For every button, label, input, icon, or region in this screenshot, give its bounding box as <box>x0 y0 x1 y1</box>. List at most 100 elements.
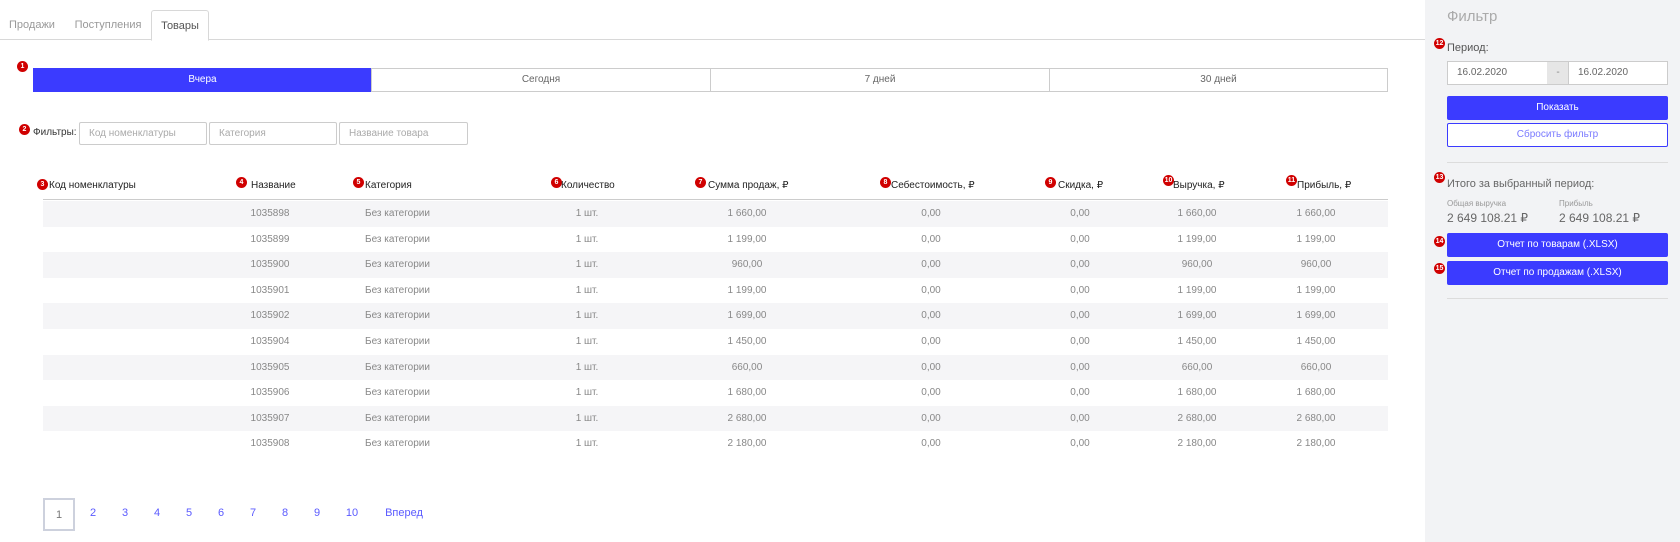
column-header-sales-sum[interactable]: Сумма продаж, ₽ <box>708 180 789 191</box>
sidebar-title: Фильтр <box>1447 8 1498 25</box>
table-row[interactable]: 1035902 Без категории 1 шт. 1 699,00 0,00 0,0… <box>43 303 1388 329</box>
report-sales-button[interactable]: Отчет по продажам (.XLSX) <box>1447 261 1668 285</box>
cell-cost: 0,00 <box>921 412 941 424</box>
cell-name: 1035901 <box>250 284 290 296</box>
marker-3: 3 <box>37 179 48 190</box>
page-2-button[interactable]: 2 <box>84 498 102 531</box>
cell-discount: 0,00 <box>1070 233 1090 245</box>
code-filter-input[interactable] <box>79 122 207 145</box>
cell-sales-sum: 1 680,00 <box>727 387 767 399</box>
revenue-label: Общая выручка <box>1447 199 1507 208</box>
cell-name: 1035902 <box>250 310 290 322</box>
sidebar-divider-bottom <box>1447 298 1668 299</box>
page-6-button[interactable]: 6 <box>212 498 230 531</box>
table-row[interactable]: 1035899 Без категории 1 шт. 1 199,00 0,00 0,0… <box>43 227 1388 253</box>
date-from-input[interactable]: 16.02.2020 <box>1447 61 1548 85</box>
cell-sales-sum: 960,00 <box>731 259 763 271</box>
column-header-revenue[interactable]: Выручка, ₽ <box>1173 180 1225 191</box>
cell-quantity: 1 шт. <box>575 284 599 296</box>
period-7days-button[interactable]: 7 дней <box>710 68 1050 92</box>
cell-revenue: 2 180,00 <box>1177 438 1217 450</box>
column-header-name[interactable]: Название <box>251 180 296 191</box>
cell-revenue: 2 680,00 <box>1177 412 1217 424</box>
cell-profit: 1 660,00 <box>1296 208 1336 219</box>
name-filter-input[interactable] <box>339 122 468 145</box>
period-30days-button[interactable]: 30 дней <box>1049 68 1388 92</box>
table-row[interactable]: 1035900 Без категории 1 шт. 960,00 0,00 0,00 9… <box>43 252 1388 278</box>
marker-12: 12 <box>1434 38 1445 49</box>
cell-category: Без категории <box>365 310 430 322</box>
page-10-button[interactable]: 10 <box>341 498 363 531</box>
cell-revenue: 660,00 <box>1181 361 1213 373</box>
cell-name: 1035900 <box>250 259 290 271</box>
cell-name: 1035905 <box>250 361 290 373</box>
cell-profit: 1 450,00 <box>1296 335 1336 347</box>
marker-8: 8 <box>880 177 891 188</box>
page-3-button[interactable]: 3 <box>116 498 134 531</box>
marker-13: 13 <box>1434 172 1445 183</box>
tab-goods[interactable]: Товары <box>151 10 209 41</box>
cell-category: Без категории <box>365 208 430 219</box>
cell-profit: 2 180,00 <box>1296 438 1336 450</box>
category-filter-input[interactable] <box>209 122 337 145</box>
page-8-button[interactable]: 8 <box>276 498 294 531</box>
column-header-quantity[interactable]: Количество <box>561 180 615 191</box>
cell-name: 1035906 <box>250 387 290 399</box>
cell-category: Без категории <box>365 361 430 373</box>
table-row[interactable]: 1035904 Без категории 1 шт. 1 450,00 0,00 0,0… <box>43 329 1388 355</box>
next-page-link[interactable]: Вперед <box>381 498 427 531</box>
cell-sales-sum: 1 199,00 <box>727 233 767 245</box>
date-to-input[interactable]: 16.02.2020 <box>1568 61 1668 85</box>
table-body: 1035898 Без категории 1 шт. 1 660,00 0,00 0,0… <box>43 201 1388 457</box>
revenue-value: 2 649 108.21 ₽ <box>1447 211 1529 225</box>
page-5-button[interactable]: 5 <box>180 498 198 531</box>
cell-revenue: 960,00 <box>1181 259 1213 271</box>
cell-profit: 960,00 <box>1300 259 1332 271</box>
cell-name: 1035904 <box>250 335 290 347</box>
table-row[interactable]: 1035906 Без категории 1 шт. 1 680,00 0,00 0,0… <box>43 380 1388 406</box>
cell-profit: 1 680,00 <box>1296 387 1336 399</box>
marker-15: 15 <box>1434 263 1445 274</box>
page-9-button[interactable]: 9 <box>308 498 326 531</box>
cell-quantity: 1 шт. <box>575 387 599 399</box>
cell-quantity: 1 шт. <box>575 335 599 347</box>
reset-filter-button[interactable]: Сбросить фильтр <box>1447 123 1668 147</box>
cell-revenue: 1 199,00 <box>1177 284 1217 296</box>
cell-profit: 660,00 <box>1300 361 1332 373</box>
column-header-cost[interactable]: Себестоимость, ₽ <box>891 180 975 191</box>
report-goods-button[interactable]: Отчет по товарам (.XLSX) <box>1447 233 1668 257</box>
marker-2: 2 <box>19 124 30 135</box>
column-header-category[interactable]: Категория <box>365 180 412 191</box>
marker-1: 1 <box>17 61 28 72</box>
tab-bar: Продажи Поступления Товары <box>0 10 1425 41</box>
show-button[interactable]: Показать <box>1447 96 1668 120</box>
table-row[interactable]: 1035908 Без категории 1 шт. 2 180,00 0,00 0,0… <box>43 431 1388 457</box>
cell-category: Без категории <box>365 412 430 424</box>
page-1-button[interactable]: 1 <box>43 498 75 531</box>
table-row[interactable]: 1035905 Без категории 1 шт. 660,00 0,00 0,00 6… <box>43 354 1388 381</box>
period-yesterday-button[interactable]: Вчера <box>33 68 372 92</box>
tab-sales[interactable]: Продажи <box>0 10 64 40</box>
cell-name: 1035898 <box>250 208 290 219</box>
page-7-button[interactable]: 7 <box>244 498 262 531</box>
table-row[interactable]: 1035898 Без категории 1 шт. 1 660,00 0,00 0,0… <box>43 201 1388 227</box>
date-separator: - <box>1547 61 1569 85</box>
column-header-discount[interactable]: Скидка, ₽ <box>1058 180 1103 191</box>
column-header-code[interactable]: Код номенклатуры <box>49 180 136 191</box>
marker-11: 11 <box>1286 175 1297 186</box>
cell-cost: 0,00 <box>921 284 941 296</box>
table-row[interactable]: 1035907 Без категории 1 шт. 2 680,00 0,00 0,0… <box>43 405 1388 432</box>
period-today-button[interactable]: Сегодня <box>371 68 711 92</box>
table-row[interactable]: 1035901 Без категории 1 шт. 1 199,00 0,00 0,0… <box>43 278 1388 304</box>
tab-receipts[interactable]: Поступления <box>66 10 150 40</box>
page-4-button[interactable]: 4 <box>148 498 166 531</box>
cell-profit: 1 199,00 <box>1296 233 1336 245</box>
cell-discount: 0,00 <box>1070 335 1090 347</box>
cell-sales-sum: 1 450,00 <box>727 335 767 347</box>
column-header-profit[interactable]: Прибыль, ₽ <box>1297 180 1351 191</box>
cell-sales-sum: 660,00 <box>731 361 763 373</box>
sidebar-divider <box>1447 162 1668 163</box>
cell-profit: 2 680,00 <box>1296 412 1336 424</box>
cell-revenue: 1 699,00 <box>1177 310 1217 322</box>
marker-5: 5 <box>353 177 364 188</box>
